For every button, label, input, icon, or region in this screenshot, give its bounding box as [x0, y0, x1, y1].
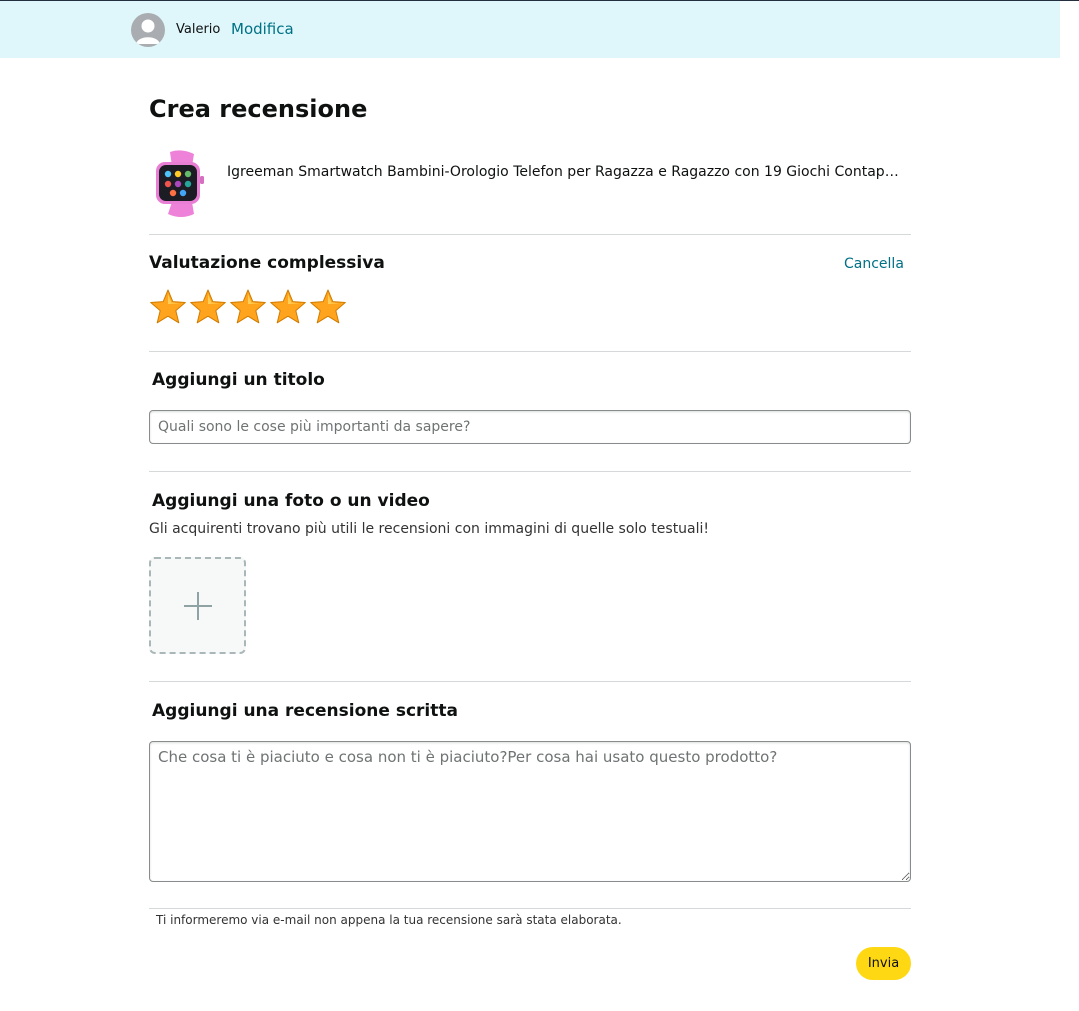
media-hint: Gli acquirenti trovano più utili le rece…	[149, 521, 710, 537]
header-bar: Valerio Modifica	[0, 1, 1060, 58]
cancel-rating-link[interactable]: Cancella	[844, 256, 904, 272]
user-name: Valerio	[176, 22, 221, 37]
star-rating	[149, 288, 347, 326]
review-title-input[interactable]	[149, 410, 911, 444]
review-text-area[interactable]	[149, 741, 911, 882]
submit-button[interactable]: Invia	[856, 947, 911, 980]
divider	[149, 681, 911, 682]
title-heading: Aggiungi un titolo	[152, 370, 325, 390]
star-4-icon[interactable]	[269, 288, 307, 326]
smartwatch-product-image	[150, 150, 212, 218]
written-review-heading: Aggiungi una recensione scritta	[152, 701, 458, 721]
star-1-icon[interactable]	[149, 288, 187, 326]
divider	[149, 351, 911, 352]
divider	[149, 234, 911, 235]
product-title: Igreeman Smartwatch Bambini-Orologio Tel…	[227, 164, 899, 180]
edit-profile-link[interactable]: Modifica	[231, 20, 294, 38]
star-5-icon[interactable]	[309, 288, 347, 326]
upload-media-button[interactable]	[149, 557, 246, 654]
star-3-icon[interactable]	[229, 288, 267, 326]
email-notice: Ti informeremo via e-mail non appena la …	[156, 913, 622, 927]
user-avatar-icon[interactable]	[131, 13, 165, 47]
divider	[149, 908, 911, 909]
divider	[149, 471, 911, 472]
rating-heading: Valutazione complessiva	[149, 253, 385, 273]
star-2-icon[interactable]	[189, 288, 227, 326]
media-heading: Aggiungi una foto o un video	[152, 491, 430, 511]
plus-icon	[184, 592, 212, 620]
page-title: Crea recensione	[149, 95, 368, 123]
